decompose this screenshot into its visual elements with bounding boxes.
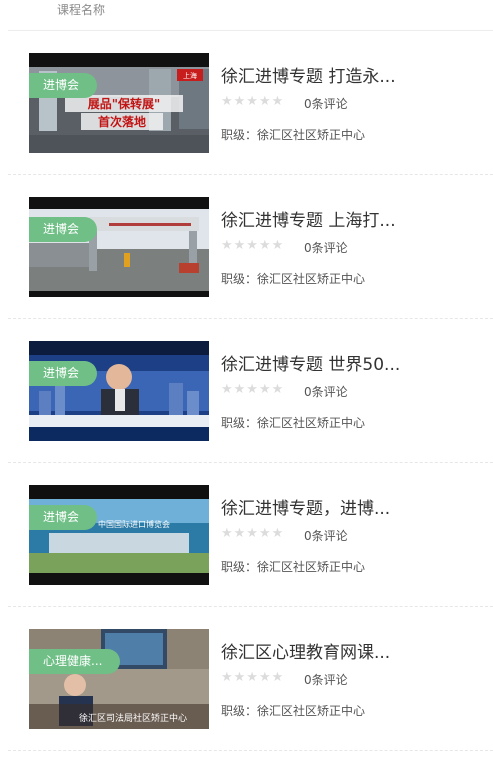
course-thumbnail[interactable]: 中国国际进口博览会 进博会 (29, 485, 209, 585)
rating-stars: ★★★★★ (221, 670, 284, 685)
category-tag: 进博会 (29, 505, 98, 530)
thumb-caption: 徐汇区司法局社区矫正中心 (79, 712, 187, 724)
star-icon: ★★★★★ (221, 526, 285, 541)
course-list: 上海 展品"保转展" 首次落地 进博会 徐汇进博专题 打造永... ★★★★★ … (0, 31, 493, 751)
star-icon: ★★★★★ (221, 670, 285, 685)
course-item[interactable]: 进博会 徐汇进博专题 上海打... ★★★★★ 0条评论 职级：徐汇区社区矫正中… (8, 175, 493, 319)
thumb-caption: 中国国际进口博览会 (98, 519, 170, 529)
course-level: 职级：徐汇区社区矫正中心 (221, 704, 366, 718)
comment-count: 0条评论 (304, 385, 348, 399)
column-header-course-name: 课程名称 (57, 3, 106, 17)
course-thumbnail[interactable]: 进博会 (29, 341, 209, 441)
course-item[interactable]: 徐汇区司法局社区矫正中心 心理健康... 徐汇区心理教育网课... ★★★★★ … (8, 607, 493, 751)
star-icon: ★★★★★ (221, 382, 285, 397)
category-tag: 进博会 (29, 73, 98, 98)
thumb-caption: 上海 (183, 71, 197, 80)
comment-count: 0条评论 (304, 97, 348, 111)
course-title[interactable]: 徐汇区心理教育网课... (221, 638, 390, 663)
course-level: 职级：徐汇区社区矫正中心 (221, 128, 366, 142)
category-tag: 进博会 (29, 217, 98, 242)
comment-count: 0条评论 (304, 673, 348, 687)
rating-stars: ★★★★★ (221, 382, 284, 397)
thumb-caption: 首次落地 (98, 114, 146, 129)
course-thumbnail[interactable]: 上海 展品"保转展" 首次落地 进博会 (29, 53, 209, 153)
course-item[interactable]: 中国国际进口博览会 进博会 徐汇进博专题，进博... ★★★★★ 0条评论 职级… (8, 463, 493, 607)
rating-stars: ★★★★★ (221, 94, 284, 109)
course-item[interactable]: 上海 展品"保转展" 首次落地 进博会 徐汇进博专题 打造永... ★★★★★ … (8, 31, 493, 175)
comment-count: 0条评论 (304, 529, 348, 543)
category-tag: 进博会 (29, 361, 98, 386)
comment-count: 0条评论 (304, 241, 348, 255)
star-icon: ★★★★★ (221, 94, 285, 109)
course-title[interactable]: 徐汇进博专题 世界50... (221, 350, 400, 375)
course-thumbnail[interactable]: 徐汇区司法局社区矫正中心 心理健康... (29, 629, 209, 729)
rating-stars: ★★★★★ (221, 238, 284, 253)
course-level: 职级：徐汇区社区矫正中心 (221, 416, 366, 430)
course-level: 职级：徐汇区社区矫正中心 (221, 560, 366, 574)
course-level: 职级：徐汇区社区矫正中心 (221, 272, 366, 286)
rating-stars: ★★★★★ (221, 526, 284, 541)
course-title[interactable]: 徐汇进博专题 上海打... (221, 206, 396, 231)
course-title[interactable]: 徐汇进博专题，进博... (221, 494, 390, 519)
course-title[interactable]: 徐汇进博专题 打造永... (221, 62, 396, 87)
thumb-caption: 展品"保转展" (88, 96, 161, 111)
list-header: 课程名称 (8, 0, 493, 31)
star-icon: ★★★★★ (221, 238, 285, 253)
course-thumbnail[interactable]: 进博会 (29, 197, 209, 297)
course-item[interactable]: 进博会 徐汇进博专题 世界50... ★★★★★ 0条评论 职级：徐汇区社区矫正… (8, 319, 493, 463)
category-tag: 心理健康... (29, 649, 121, 674)
